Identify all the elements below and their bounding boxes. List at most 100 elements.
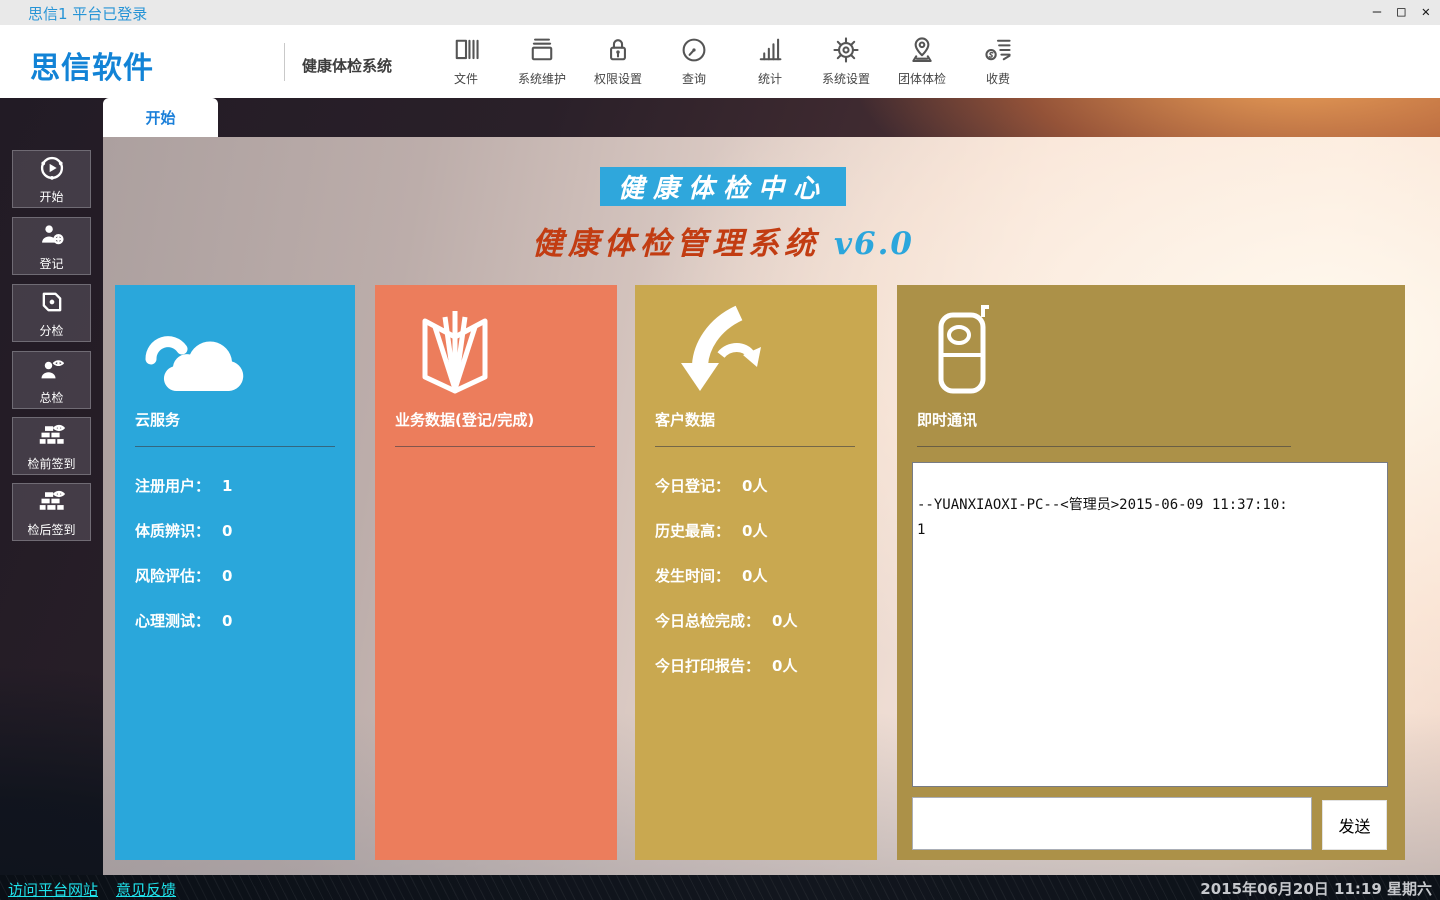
card-cloud-service: 云服务 注册用户： 1 体质辨识： 0 风险评估： 0 心理测试： 0 bbox=[115, 285, 355, 860]
card-title: 业务数据(登记/完成) bbox=[395, 409, 597, 430]
coin-list-icon bbox=[983, 31, 1013, 69]
chat-message: 1 bbox=[917, 518, 1381, 543]
stat-value: 0人 bbox=[742, 475, 767, 496]
window-title: 思信1 平台已登录 bbox=[28, 3, 147, 24]
stat-value: 0人 bbox=[742, 520, 767, 541]
gauge-icon bbox=[679, 31, 709, 69]
card-divider bbox=[395, 446, 595, 447]
toolbar-item-statistics[interactable]: 统计 bbox=[732, 31, 808, 93]
window-controls: – □ ✕ bbox=[1373, 0, 1430, 25]
toolbar-item-group-checkup[interactable]: 团体体检 bbox=[884, 31, 960, 93]
card-business-data: 业务数据(登记/完成) bbox=[375, 285, 617, 860]
stat-label: 心理测试： bbox=[135, 610, 210, 631]
bricks-eye-icon bbox=[38, 487, 66, 519]
stat-row: 今日总检完成： 0人 bbox=[655, 610, 857, 631]
maximize-button[interactable]: □ bbox=[1397, 0, 1405, 25]
status-links: 访问平台网站 意见反馈 bbox=[8, 879, 176, 900]
sidebar-item-start[interactable]: 开始 bbox=[12, 150, 91, 208]
stat-row: 风险评估： 0 bbox=[135, 565, 335, 586]
chat-input[interactable] bbox=[912, 797, 1312, 850]
title-bar: 思信1 平台已登录 – □ ✕ bbox=[0, 0, 1440, 25]
sidebar-item-label: 检前签到 bbox=[27, 455, 75, 472]
toolbar-item-settings[interactable]: 系统设置 bbox=[808, 31, 884, 93]
close-button[interactable]: ✕ bbox=[1422, 0, 1430, 25]
stat-value: 0 bbox=[222, 567, 232, 585]
card-divider bbox=[917, 446, 1291, 447]
open-book-icon bbox=[395, 303, 597, 403]
stat-row: 体质辨识： 0 bbox=[135, 520, 335, 541]
toolbar-item-label: 系统维护 bbox=[518, 70, 566, 87]
toolbar-item-permissions[interactable]: 权限设置 bbox=[580, 31, 656, 93]
visit-platform-link[interactable]: 访问平台网站 bbox=[8, 879, 98, 900]
play-circle-icon bbox=[38, 154, 66, 186]
minimize-button[interactable]: – bbox=[1373, 0, 1381, 25]
stat-label: 今日总检完成： bbox=[655, 610, 760, 631]
toolbar-item-label: 权限设置 bbox=[594, 70, 642, 87]
banner-title: 健康体检中心 bbox=[600, 167, 846, 206]
stat-value: 0 bbox=[222, 522, 232, 540]
stat-label: 注册用户： bbox=[135, 475, 210, 496]
chat-message-area[interactable]: --YUANXIAOXI-PC--<管理员>2015-06-09 11:37:1… bbox=[912, 462, 1388, 787]
stat-value: 0人 bbox=[742, 565, 767, 586]
tab-label: 开始 bbox=[145, 107, 175, 128]
card-title: 客户数据 bbox=[655, 409, 857, 430]
stat-row: 注册用户： 1 bbox=[135, 475, 335, 496]
sidebar-item-label: 分检 bbox=[39, 322, 63, 339]
stat-row: 今日登记：0人 bbox=[655, 475, 857, 496]
banner-version: v6.0 bbox=[834, 226, 914, 262]
stat-label: 风险评估： bbox=[135, 565, 210, 586]
chat-message: --YUANXIAOXI-PC--<管理员>2015-06-09 11:37:1… bbox=[917, 493, 1381, 518]
toolbar-item-label: 统计 bbox=[758, 70, 782, 87]
sidebar: 开始 登记 分检 总检 检前签到 bbox=[0, 98, 103, 875]
files-icon bbox=[451, 31, 481, 69]
sidebar-item-triage[interactable]: 分检 bbox=[12, 284, 91, 342]
stat-label: 历史最高： bbox=[655, 520, 730, 541]
stat-value: 0 bbox=[222, 612, 232, 630]
send-button[interactable]: 发送 bbox=[1322, 800, 1387, 850]
app-window: 思信1 平台已登录 – □ ✕ 思信软件 健康体检系统 文件 系统维护 bbox=[0, 0, 1440, 900]
card-title: 云服务 bbox=[135, 409, 335, 430]
banner-subtitle-text: 健康体检管理系统 bbox=[532, 226, 820, 262]
header: 思信软件 健康体检系统 文件 系统维护 权限设置 bbox=[0, 25, 1440, 98]
card-divider bbox=[655, 446, 855, 447]
banner-subtitle: 健康体检管理系统 v6.0 bbox=[103, 218, 1343, 263]
feedback-link[interactable]: 意见反馈 bbox=[116, 879, 176, 900]
sidebar-item-label: 登记 bbox=[39, 255, 63, 272]
bar-chart-icon bbox=[755, 31, 785, 69]
toolbar-item-fees[interactable]: 收费 bbox=[960, 31, 1036, 93]
sidebar-item-final-check[interactable]: 总检 bbox=[12, 351, 91, 409]
person-eye-icon bbox=[38, 355, 66, 387]
stat-label: 发生时间： bbox=[655, 565, 730, 586]
lock-icon bbox=[603, 31, 633, 69]
sidebar-item-label: 检后签到 bbox=[27, 521, 75, 538]
tab-start[interactable]: 开始 bbox=[103, 98, 218, 137]
banner: 健康体检中心 健康体检管理系统 v6.0 bbox=[103, 167, 1343, 263]
toolbar-item-label: 查询 bbox=[682, 70, 706, 87]
map-pin-icon bbox=[907, 31, 937, 69]
app-logo: 思信软件 bbox=[30, 43, 154, 87]
card-instant-messaging: 即时通讯 --YUANXIAOXI-PC--<管理员>2015-06-09 11… bbox=[897, 285, 1405, 860]
header-divider bbox=[284, 43, 285, 81]
sidebar-item-post-checkin[interactable]: 检后签到 bbox=[12, 483, 91, 541]
sidebar-item-register[interactable]: 登记 bbox=[12, 217, 91, 275]
sidebar-item-pre-checkin[interactable]: 检前签到 bbox=[12, 417, 91, 475]
toolbar-item-query[interactable]: 查询 bbox=[656, 31, 732, 93]
card-title: 即时通讯 bbox=[917, 409, 1385, 430]
toolbar-item-system-maintenance[interactable]: 系统维护 bbox=[504, 31, 580, 93]
card-stats: 注册用户： 1 体质辨识： 0 风险评估： 0 心理测试： 0 bbox=[135, 475, 335, 631]
card-customer-data: 客户数据 今日登记：0人 历史最高： 0人 发生时间： 0人 今日总检完成： 0人 今… bbox=[635, 285, 877, 860]
toolbar-item-label: 团体体检 bbox=[898, 70, 946, 87]
stat-value: 0人 bbox=[772, 610, 797, 631]
person-add-icon bbox=[38, 221, 66, 253]
cloud-icon bbox=[135, 303, 335, 403]
toolbar-item-label: 文件 bbox=[454, 70, 478, 87]
status-bar: 访问平台网站 意见反馈 2015年06月20日 11:19 星期六 bbox=[0, 875, 1440, 900]
toolbar-item-file[interactable]: 文件 bbox=[428, 31, 504, 93]
sidebar-item-label: 开始 bbox=[39, 188, 63, 205]
stat-value: 1 bbox=[222, 477, 232, 495]
stat-row: 心理测试： 0 bbox=[135, 610, 335, 631]
stat-row: 历史最高： 0人 bbox=[655, 520, 857, 541]
stat-row: 发生时间： 0人 bbox=[655, 565, 857, 586]
stat-label: 体质辨识： bbox=[135, 520, 210, 541]
system-label: 健康体检系统 bbox=[302, 55, 392, 76]
